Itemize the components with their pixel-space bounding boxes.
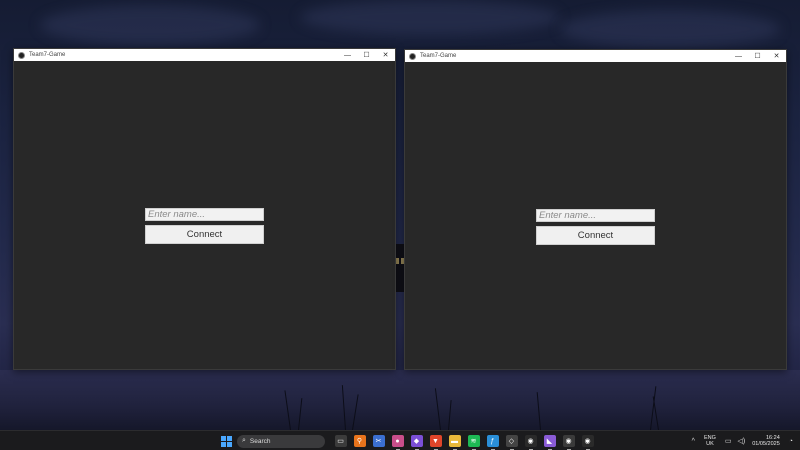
spotify-icon[interactable]: ≋ <box>467 435 480 450</box>
search-label: Search <box>249 437 271 445</box>
system-tray: ^ ENG UK ▭ ◁) 16:24 01/05/2025 ◔ <box>689 431 796 450</box>
window-controls: — ☐ ✕ <box>729 50 786 62</box>
window-title: Team7-Game <box>29 52 66 58</box>
start-tile <box>221 441 226 447</box>
godot-icon[interactable]: ● <box>391 435 404 450</box>
taskbar-apps: ⌕ Search ▭ ⚲ ✂ ● ◆ ▼ ▬ ≋ ƒ ◇ ◉ ◣ ◉ ◉ <box>218 433 597 450</box>
brave-icon[interactable]: ▼ <box>429 435 442 450</box>
language-indicator[interactable]: ENG UK <box>704 435 716 447</box>
building-light <box>396 258 399 264</box>
start-tile <box>227 441 232 447</box>
minimize-button[interactable]: — <box>729 50 748 62</box>
maximize-button[interactable]: ☐ <box>748 50 767 62</box>
game-app-icon-1[interactable]: ◉ <box>524 435 537 450</box>
network-icon[interactable]: ▭ <box>725 437 732 445</box>
close-button[interactable]: ✕ <box>767 50 786 62</box>
game-window-left: Team7-Game — ☐ ✕ Connect <box>13 48 396 370</box>
sourcetree-icon[interactable]: ƒ <box>486 435 499 450</box>
start-tile <box>227 435 232 441</box>
folder-icon[interactable]: ▬ <box>448 435 461 450</box>
game-viewport: Connect <box>405 62 786 369</box>
search-app-icon[interactable]: ⚲ <box>353 435 366 447</box>
unity-icon[interactable]: ◇ <box>505 435 518 450</box>
game-app-icon-2[interactable]: ◉ <box>562 435 575 450</box>
search-icon: ⌕ <box>242 437 246 444</box>
game-app-icon-3[interactable]: ◉ <box>581 435 594 450</box>
clock-date: 01/05/2025 <box>752 441 780 447</box>
wallpaper-cloud <box>560 10 780 48</box>
snipping-tool-icon[interactable]: ✂ <box>372 435 385 447</box>
name-input[interactable] <box>145 208 264 221</box>
windows-start-icon[interactable] <box>221 435 232 447</box>
volume-icon[interactable]: ◁) <box>738 437 746 445</box>
wallpaper-cloud <box>300 0 560 35</box>
wallpaper-cloud <box>40 5 260 45</box>
wallpaper-ground <box>0 370 800 430</box>
show-hidden-icons-chevron-icon[interactable]: ^ <box>692 438 695 445</box>
taskbar: ⌕ Search ▭ ⚲ ✂ ● ◆ ▼ ▬ ≋ ƒ ◇ ◉ ◣ ◉ ◉ ^ ENG UK ▭ ◁) 16… <box>0 430 800 450</box>
game-window-right: Team7-Game — ☐ ✕ Connect <box>404 49 787 370</box>
window-title: Team7-Game <box>420 53 457 59</box>
title-bar[interactable]: Team7-Game — ☐ ✕ <box>405 50 786 62</box>
obsidian-icon[interactable]: ◆ <box>410 435 423 450</box>
start-tile <box>221 435 226 441</box>
file-explorer-icon[interactable]: ▭ <box>334 435 347 447</box>
game-viewport: Connect <box>14 61 395 369</box>
game-app-icon <box>18 51 25 59</box>
visual-studio-icon[interactable]: ◣ <box>543 435 556 450</box>
window-controls: — ☐ ✕ <box>338 49 395 61</box>
pinned-apps: ▭ ⚲ ✂ ● ◆ ▼ ▬ ≋ ƒ ◇ ◉ ◣ ◉ ◉ <box>331 435 597 450</box>
clock[interactable]: 16:24 01/05/2025 <box>752 435 780 448</box>
game-app-icon <box>409 52 416 60</box>
connect-button[interactable]: Connect <box>536 226 655 245</box>
keyboard-layout: UK <box>706 441 714 447</box>
connect-button[interactable]: Connect <box>145 225 264 244</box>
minimize-button[interactable]: — <box>338 49 357 61</box>
title-bar[interactable]: Team7-Game — ☐ ✕ <box>14 49 395 61</box>
notification-bell-icon[interactable]: ◔ <box>789 438 793 445</box>
name-input[interactable] <box>536 209 655 222</box>
close-button[interactable]: ✕ <box>376 49 395 61</box>
taskbar-search[interactable]: ⌕ Search <box>237 434 325 448</box>
desktop: Team7-Game — ☐ ✕ Connect Team7-Game — ☐ … <box>0 0 800 450</box>
maximize-button[interactable]: ☐ <box>357 49 376 61</box>
